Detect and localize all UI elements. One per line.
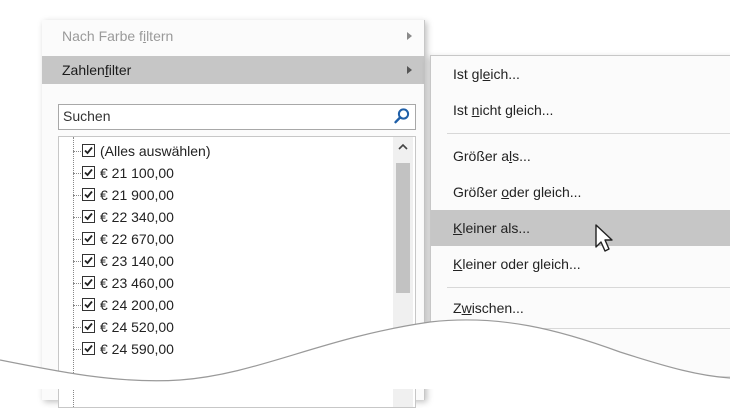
- filter-by-color-label: Nach Farbe filtern: [62, 28, 174, 44]
- menu-item-top-10[interactable]: Top 10...: [431, 330, 730, 366]
- checkbox[interactable]: [82, 254, 95, 267]
- number-filter-submenu: Ist gleich... Ist nicht gleich... Größer…: [430, 55, 730, 376]
- menu-item-greater-than[interactable]: Größer als...: [431, 138, 730, 174]
- checkbox[interactable]: [82, 342, 95, 355]
- checkbox[interactable]: [82, 320, 95, 333]
- list-item-label: € 21 100,00: [100, 165, 174, 181]
- list-item-label: € 22 670,00: [100, 231, 174, 247]
- search-input[interactable]: Suchen: [58, 104, 416, 130]
- checkbox[interactable]: [82, 276, 95, 289]
- chevron-right-icon: [407, 32, 412, 40]
- checkbox[interactable]: [82, 188, 95, 201]
- chevron-up-icon[interactable]: [398, 143, 408, 151]
- list-item-label: € 23 460,00: [100, 275, 174, 291]
- menu-separator: [447, 287, 730, 288]
- menu-item-label: Kleiner als...: [453, 220, 531, 236]
- menu-item-label: Ist nicht gleich...: [453, 102, 554, 118]
- checkbox[interactable]: [82, 210, 95, 223]
- checkbox[interactable]: [82, 144, 95, 157]
- list-item-label: € 22 340,00: [100, 209, 174, 225]
- list-item-label: € 24 200,00: [100, 297, 174, 313]
- menu-item-between[interactable]: Zwischen...: [431, 290, 730, 326]
- menu-item-label: Größer als...: [453, 148, 531, 164]
- list-item-label: (Alles auswählen): [100, 143, 211, 159]
- menu-item-equals[interactable]: Ist gleich...: [431, 56, 730, 92]
- list-item-label: € 21 900,00: [100, 187, 174, 203]
- menu-item-label: Ist gleich...: [453, 66, 520, 82]
- menu-item-not-equals[interactable]: Ist nicht gleich...: [431, 92, 730, 128]
- list-item-label: € 24 590,00: [100, 341, 174, 357]
- chevron-right-icon: [407, 66, 412, 74]
- list-item-label: € 24 520,00: [100, 319, 174, 335]
- scrollbar-thumb[interactable]: [396, 163, 410, 293]
- filter-panel: Nach Farbe filtern Zahlenfilter Suchen (…: [42, 20, 425, 408]
- menu-item-less-or-equal[interactable]: Kleiner oder gleich...: [431, 246, 730, 282]
- menu-separator: [447, 328, 730, 329]
- filter-by-color-menu-item: Nach Farbe filtern: [42, 22, 424, 50]
- scrollbar[interactable]: [393, 137, 413, 407]
- menu-item-label: Kleiner oder gleich...: [453, 256, 581, 272]
- mouse-pointer-icon: [595, 224, 613, 252]
- search-placeholder: Suchen: [63, 108, 111, 124]
- number-filter-label: Zahlenfilter: [62, 62, 132, 78]
- list-item-label: € 23 140,00: [100, 253, 174, 269]
- checkbox[interactable]: [82, 166, 95, 179]
- number-filter-menu-item[interactable]: Zahlenfilter: [42, 56, 424, 84]
- menu-item-label: Zwischen...: [453, 300, 524, 316]
- menu-separator: [447, 133, 730, 134]
- menu-item-less-than[interactable]: Kleiner als...: [431, 210, 730, 246]
- search-icon[interactable]: [393, 107, 411, 125]
- checkbox[interactable]: [82, 232, 95, 245]
- menu-item-label: Top 10...: [453, 340, 507, 356]
- checkbox[interactable]: [82, 298, 95, 311]
- tree-line: [73, 137, 74, 407]
- menu-item-label: Größer oder gleich...: [453, 184, 582, 200]
- value-list: (Alles auswählen) € 21 100,00 € 21 900,0…: [58, 136, 416, 408]
- menu-item-greater-or-equal[interactable]: Größer oder gleich...: [431, 174, 730, 210]
